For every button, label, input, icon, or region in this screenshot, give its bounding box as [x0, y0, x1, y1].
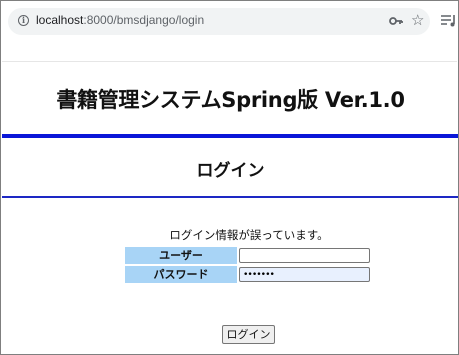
address-bar[interactable]: i localhost:8000/bmsdjango/login ☆: [8, 8, 430, 35]
user-input[interactable]: [239, 248, 370, 263]
app-title: 書籍管理システムSpring版 Ver.1.0: [56, 88, 405, 112]
toolbar-divider: [2, 61, 457, 62]
reading-list-icon[interactable]: [440, 14, 457, 28]
url-host: localhost: [36, 13, 84, 27]
browser-toolbar: i localhost:8000/bmsdjango/login ☆: [2, 2, 457, 42]
user-label: ユーザー: [125, 247, 237, 264]
login-button[interactable]: ログイン: [222, 325, 275, 344]
password-input[interactable]: [239, 267, 370, 282]
password-label: パスワード: [125, 266, 237, 283]
url-text[interactable]: localhost:8000/bmsdjango/login: [36, 13, 204, 27]
heading-rule: [2, 196, 458, 198]
browser-window: i localhost:8000/bmsdjango/login ☆ 書籍管理シ…: [0, 0, 459, 355]
page-heading: ログイン: [196, 161, 265, 181]
title-rule: [2, 134, 458, 138]
key-icon[interactable]: [389, 15, 403, 27]
error-message: ログイン情報が誤っています。: [169, 228, 329, 242]
star-icon[interactable]: ☆: [411, 13, 424, 28]
info-icon[interactable]: i: [18, 15, 29, 26]
url-path: :8000/bmsdjango/login: [83, 13, 205, 27]
